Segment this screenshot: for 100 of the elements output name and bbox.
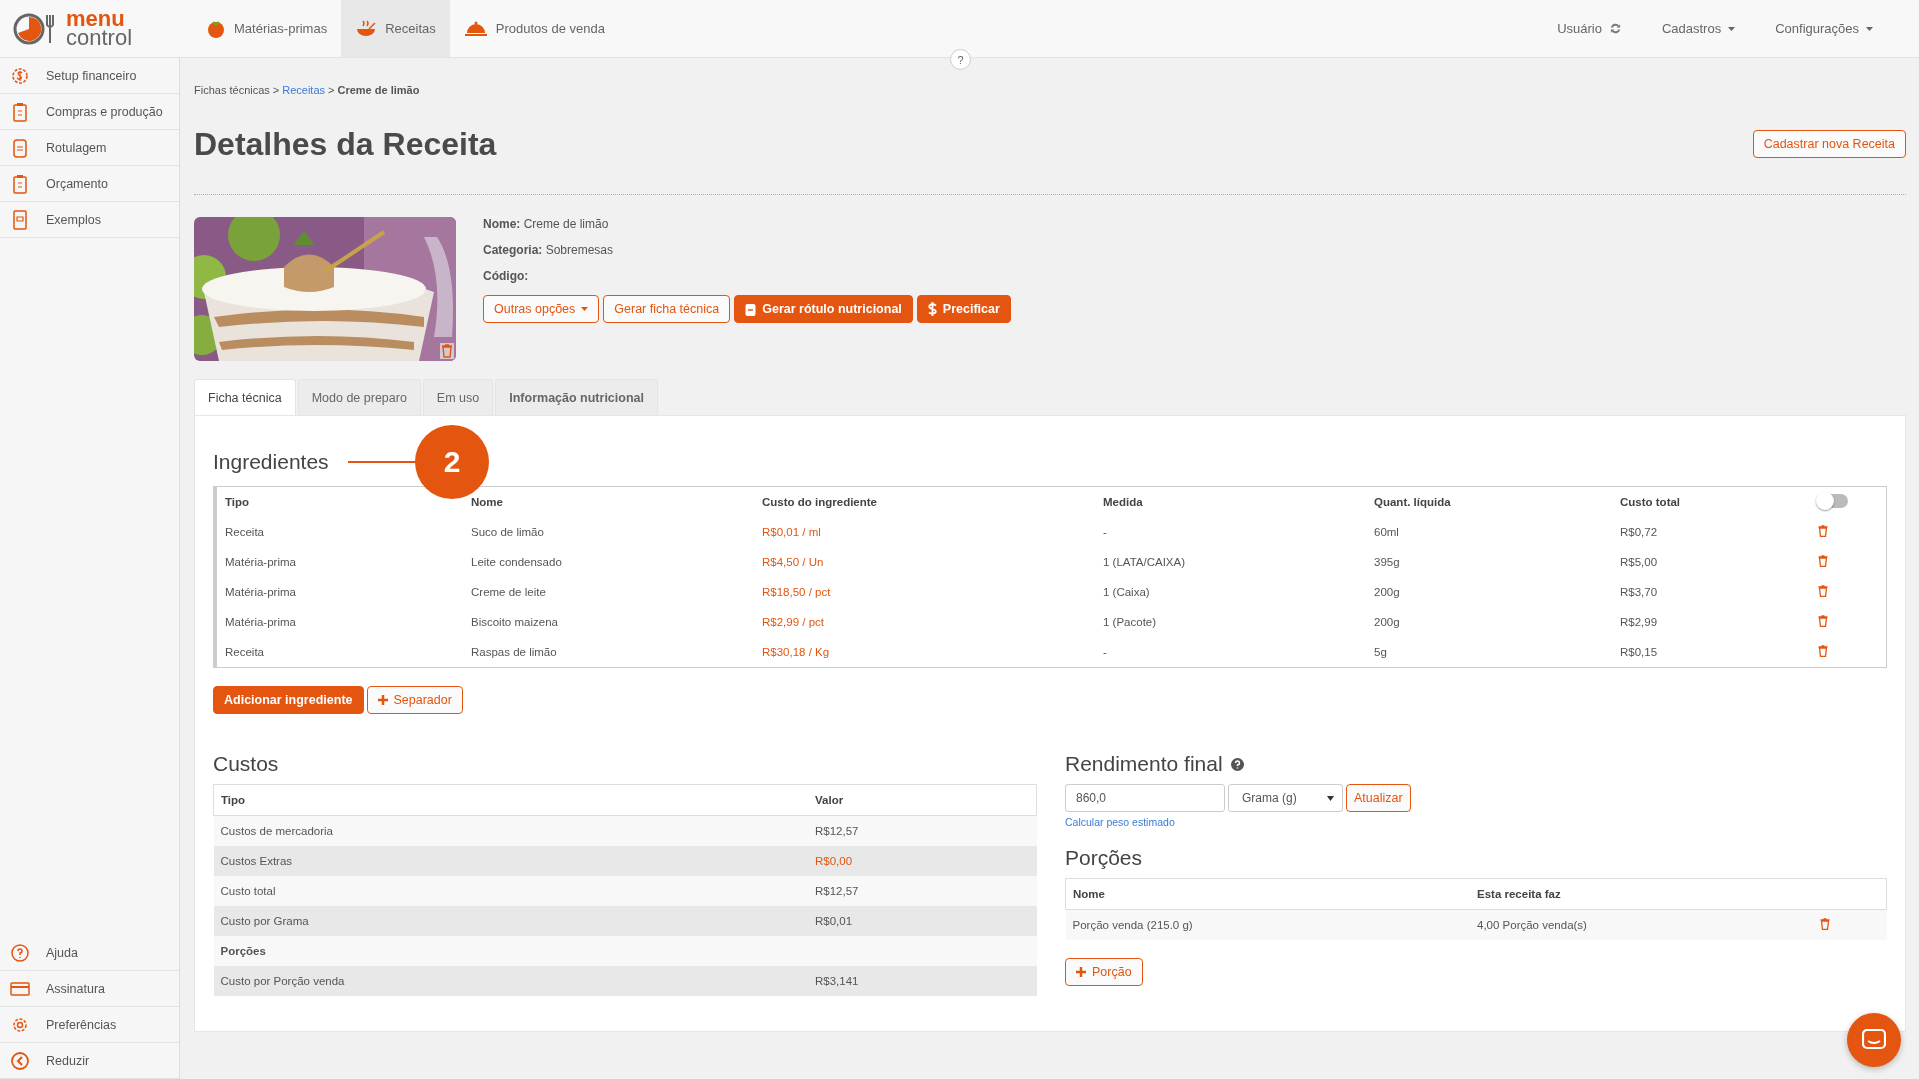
chat-icon (1862, 1029, 1886, 1051)
table-cell: Custo total (220, 885, 276, 897)
sidebar-item[interactable]: Exemplos (0, 202, 179, 238)
sidebar-item[interactable]: Reduzir (0, 1043, 179, 1079)
trash-icon[interactable] (1818, 615, 1828, 627)
table-cell: 395g (1374, 556, 1400, 568)
breadcrumb-link[interactable]: Receitas (282, 84, 326, 96)
table-cell: R$0,01 (815, 915, 853, 927)
nutrition-label-button[interactable]: Gerar rótulo nutricional (734, 295, 913, 323)
nav-tab[interactable]: Matérias-primas (192, 0, 342, 57)
table-cell: - (1103, 526, 1107, 538)
nav-tab[interactable]: Receitas (341, 0, 450, 57)
column-header: Valor (815, 794, 844, 806)
tab[interactable]: Ficha técnica (194, 379, 296, 415)
trash-icon[interactable] (1818, 585, 1828, 597)
table-cell: R$18,50 / pct (762, 586, 831, 598)
tab[interactable]: Modo de preparo (297, 379, 421, 415)
menu-link[interactable]: Configurações (1769, 20, 1879, 37)
menu-link[interactable]: Cadastros (1655, 20, 1742, 37)
trash-icon[interactable] (1818, 645, 1828, 657)
add-ingredient-button[interactable]: Adicionar ingrediente (213, 686, 364, 714)
page-title: Detalhes da Receita (194, 125, 497, 163)
table-cell: Receita (225, 646, 264, 658)
table-cell: R$0,72 (1620, 526, 1658, 538)
table-cell: R$0,01 / ml (762, 526, 821, 538)
column-header: Nome (471, 496, 503, 508)
table-cell: 4,00 Porção venda(s) (1477, 919, 1587, 931)
trash-icon[interactable] (1818, 525, 1828, 537)
nav-tab[interactable]: Produtos de venda (449, 0, 619, 57)
table-cell: Matéria-prima (225, 556, 296, 568)
toggle-switch[interactable] (1818, 494, 1848, 508)
yield-input[interactable]: 860,0 (1065, 784, 1225, 812)
section-title: Porções (1065, 846, 1144, 870)
trash-icon[interactable] (1818, 555, 1828, 567)
unit-select[interactable]: Grama (g) (1228, 784, 1343, 812)
sidebar-item[interactable]: Orçamento (0, 166, 179, 202)
breadcrumb-current: Creme de limão (337, 84, 420, 96)
pricing-button[interactable]: Precificar (916, 295, 1011, 323)
table-cell: R$12,57 (815, 885, 859, 897)
new-recipe-button[interactable]: Cadastrar nova Receita (1752, 130, 1906, 158)
options-dropdown[interactable]: Outras opções (483, 295, 600, 323)
detail-text: Nome: Creme de limão (483, 217, 610, 231)
section-title: Rendimento final (1065, 752, 1223, 776)
table-cell: R$2,99 (1620, 616, 1658, 628)
logo[interactable]: menu control (0, 0, 180, 57)
table-cell: 1 (LATA/CAIXA) (1103, 556, 1185, 568)
add-portion-button[interactable]: Porção (1065, 958, 1143, 986)
sidebar-item[interactable]: Compras e produção (0, 94, 179, 130)
trash-icon[interactable] (1819, 918, 1830, 930)
table-cell: Matéria-prima (225, 586, 296, 598)
sidebar-item[interactable]: Assinatura (0, 971, 179, 1007)
jar-icon (745, 302, 757, 316)
trash-icon[interactable] (440, 343, 454, 359)
table-cell: Matéria-prima (225, 616, 296, 628)
table-cell: Suco de limão (471, 526, 544, 538)
sidebar-item[interactable]: Ajuda (0, 935, 179, 971)
chat-button[interactable] (1847, 1013, 1901, 1067)
help-button[interactable]: ? (950, 49, 971, 70)
column-header: Custo do ingrediente (762, 496, 877, 508)
table-cell: Custos Extras (220, 855, 293, 867)
jar-icon (10, 136, 30, 159)
breadcrumb-item: Fichas técnicas (194, 84, 270, 96)
back-icon (10, 1050, 30, 1071)
table-cell: R$12,57 (815, 825, 859, 837)
breadcrumb-separator: > (328, 84, 335, 96)
tab[interactable]: Em uso (422, 379, 494, 415)
caret-icon (1866, 26, 1873, 31)
update-button[interactable]: Atualizar (1346, 784, 1411, 812)
table-cell: Custo por Porção venda (220, 975, 345, 987)
generate-sheet-button[interactable]: Gerar ficha técnica (603, 295, 731, 323)
cloche-icon (463, 19, 488, 38)
tab[interactable]: Informação nutricional (495, 379, 658, 415)
sidebar-item[interactable]: Preferências (0, 1007, 179, 1043)
table-cell: 200g (1374, 586, 1400, 598)
logo-text: control (66, 28, 133, 48)
estimate-weight-link[interactable]: Calcular peso estimado (1065, 816, 1175, 828)
question-icon (10, 942, 30, 963)
table-cell: Biscoito maizena (471, 616, 558, 628)
breadcrumb-separator: > (272, 84, 280, 96)
step-marker: 2 (415, 425, 489, 499)
separator-button[interactable]: Separador (366, 686, 463, 714)
column-header: Medida (1103, 496, 1143, 508)
plus-icon (1076, 967, 1086, 977)
refresh-icon (1608, 22, 1622, 35)
section-title: Custos (213, 752, 280, 776)
menu-link[interactable]: Usuário (1551, 20, 1628, 37)
section-title: Ingredientes (213, 450, 329, 474)
sidebar-item[interactable]: Rotulagem (0, 130, 179, 166)
table-cell: R$5,00 (1620, 556, 1658, 568)
detail-text: Categoria: Sobremesas (483, 243, 615, 257)
table-cell: R$3,70 (1620, 586, 1658, 598)
tomato-icon (206, 18, 226, 39)
table-cell: Porção venda (215.0 g) (1072, 919, 1193, 931)
table-cell: R$3,141 (815, 975, 859, 987)
logo-text: menu (66, 9, 125, 29)
sidebar-item[interactable]: Setup financeiro (0, 58, 179, 94)
column-header: Quant. líquida (1374, 496, 1451, 508)
table-cell: Custo por Grama (220, 915, 309, 927)
help-icon (1230, 757, 1244, 771)
caret-icon (1728, 26, 1736, 31)
